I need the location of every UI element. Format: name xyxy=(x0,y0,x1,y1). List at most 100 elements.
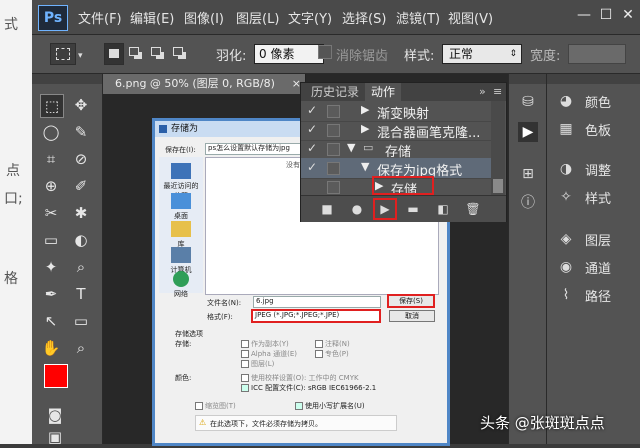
action-check[interactable]: ✓ xyxy=(307,122,319,136)
restore-button[interactable]: ☐ xyxy=(596,6,616,24)
new-action-icon[interactable]: ◧ xyxy=(433,200,453,218)
menu-item-6[interactable]: 滤镜(T) xyxy=(396,8,440,27)
filename-input[interactable]: 6.jpg xyxy=(253,296,381,308)
new-selection-button[interactable] xyxy=(104,43,124,65)
stop-icon[interactable]: ■ xyxy=(317,200,337,218)
pen-icon[interactable]: ✒ xyxy=(40,283,62,305)
feather-input[interactable]: 0 像素 xyxy=(254,44,324,64)
chevron-down-icon[interactable]: ▾ xyxy=(78,51,83,61)
info-panel-icon[interactable]: ⊞ xyxy=(518,166,538,186)
option-as-copy[interactable]: 作为副本(Y) xyxy=(241,339,289,349)
intersect-selection-button[interactable] xyxy=(170,43,188,63)
option-proof[interactable]: 使用校样设置(O): 工作中的 CMYK xyxy=(241,373,359,383)
spot-checkbox[interactable] xyxy=(315,350,323,358)
eyedropper-icon[interactable]: ⊘ xyxy=(70,148,92,170)
menu-item-5[interactable]: 选择(S) xyxy=(342,8,386,27)
option-layers[interactable]: 图层(L) xyxy=(241,359,274,369)
option-notes[interactable]: 注释(N) xyxy=(315,339,350,349)
place-library[interactable]: 库 xyxy=(161,221,201,249)
scrollbar-thumb[interactable] xyxy=(493,179,503,193)
dock-item-palette[interactable]: ◕ 颜色 xyxy=(553,90,639,112)
blur-icon[interactable]: ✦ xyxy=(40,256,62,278)
tab-history[interactable]: 历史记录 xyxy=(305,83,365,101)
width-input[interactable] xyxy=(568,44,626,64)
lowercase-checkbox[interactable] xyxy=(295,402,303,410)
place-network[interactable]: 网络 xyxy=(161,271,201,299)
option-lowercase[interactable]: 使用小写扩展名(U) xyxy=(295,401,365,411)
option-thumbnail[interactable]: 缩览图(T) xyxy=(195,401,236,411)
actions-scrollbar[interactable] xyxy=(491,101,505,195)
dock-item-styles[interactable]: ✧ 样式 xyxy=(553,186,639,208)
dock-item-swatches[interactable]: ▦ 色板 xyxy=(553,118,639,140)
dock-item-channels[interactable]: ◉ 通道 xyxy=(553,256,639,278)
move-icon[interactable]: ✥ xyxy=(70,94,92,116)
tab-actions[interactable]: 动作 xyxy=(365,83,402,101)
collapsed-arrow-icon[interactable]: ▶ xyxy=(361,122,369,135)
option-icc[interactable]: ICC 配置文件(C): sRGB IEC61966-2.1 xyxy=(241,383,376,393)
action-row[interactable]: ✓ ▶ 混合器画笔克隆... xyxy=(301,120,491,141)
layers-checkbox[interactable] xyxy=(241,360,249,368)
collapsed-arrow-icon[interactable]: ▶ xyxy=(361,103,369,116)
collapse-icon[interactable]: » xyxy=(479,85,486,98)
minimize-button[interactable]: — xyxy=(574,6,594,24)
document-tab[interactable]: 6.png @ 50% (图层 0, RGB/8) × xyxy=(103,74,306,94)
type-icon[interactable]: T xyxy=(70,283,92,305)
gradient-icon[interactable]: ◐ xyxy=(70,229,92,251)
dialog-toggle-box[interactable] xyxy=(327,124,340,137)
menu-item-2[interactable]: 图像(I) xyxy=(184,8,224,27)
crop-icon[interactable]: ⌗ xyxy=(40,148,62,170)
menu-item-3[interactable]: 图层(L) xyxy=(236,8,279,27)
dialog-toggle-box[interactable] xyxy=(327,181,340,194)
properties-panel-icon[interactable]: ⓘ xyxy=(518,192,538,212)
marquee-preset-picker[interactable] xyxy=(50,43,76,65)
actions-panel-icon[interactable]: ▶ xyxy=(518,122,538,142)
dock-item-paths[interactable]: ⌇ 路径 xyxy=(553,284,639,306)
action-row[interactable]: ✓ ▼ ▭ 存储 xyxy=(301,139,491,160)
format-select[interactable]: JPEG (*.JPG;*.JPEG;*.JPE) xyxy=(251,309,381,323)
cancel-button[interactable]: 取消 xyxy=(389,310,435,322)
brush-icon[interactable]: ✐ xyxy=(70,175,92,197)
alpha-checkbox[interactable] xyxy=(241,350,249,358)
action-row[interactable]: ✓ ▶ 渐变映射 xyxy=(301,101,491,122)
path-select-icon[interactable]: ↖ xyxy=(40,310,62,332)
history-panel-icon[interactable]: ⛁ xyxy=(518,94,538,114)
save-button[interactable]: 保存(S) xyxy=(387,294,435,308)
place-desktop[interactable]: 桌面 xyxy=(161,193,201,221)
healing-icon[interactable]: ⊕ xyxy=(40,175,62,197)
action-check[interactable]: ✓ xyxy=(307,160,319,174)
quick-mask-icon[interactable]: ◙ xyxy=(44,404,66,426)
new-set-icon[interactable]: ▬ xyxy=(403,200,423,218)
expanded-arrow-icon[interactable]: ▼ xyxy=(347,141,355,154)
thumbnail-checkbox[interactable] xyxy=(195,402,203,410)
menu-item-1[interactable]: 编辑(E) xyxy=(130,8,174,27)
dialog-toggle-box[interactable] xyxy=(327,105,340,118)
lasso-icon[interactable]: ◯ xyxy=(40,121,62,143)
dock-item-adjustments[interactable]: ◑ 调整 xyxy=(553,158,639,180)
dialog-toggle-box[interactable] xyxy=(327,143,340,156)
play-icon[interactable]: ▶ xyxy=(373,198,397,220)
hand-icon[interactable]: ✋ xyxy=(40,337,62,359)
expanded-arrow-icon[interactable]: ▼ xyxy=(361,160,369,173)
trash-icon[interactable]: 🗑 xyxy=(463,200,483,218)
screen-mode-icon[interactable]: ▣ xyxy=(44,426,66,448)
stamp-icon[interactable]: ✂ xyxy=(40,202,62,224)
antialias-checkbox[interactable] xyxy=(318,45,332,59)
close-button[interactable]: ✕ xyxy=(618,6,638,24)
notes-checkbox[interactable] xyxy=(315,340,323,348)
menu-item-7[interactable]: 视图(V) xyxy=(448,8,493,27)
dock-item-layers[interactable]: ◈ 图层 xyxy=(553,228,639,250)
dodge-icon[interactable]: ⌕ xyxy=(70,256,92,278)
panel-menu-icon[interactable]: ≡ xyxy=(493,85,502,98)
style-select[interactable]: 正常 ⇕ xyxy=(442,44,522,64)
marquee-icon[interactable]: ⬚ xyxy=(40,94,64,118)
menu-item-0[interactable]: 文件(F) xyxy=(78,8,122,27)
add-selection-button[interactable] xyxy=(126,43,144,63)
action-check[interactable]: ✓ xyxy=(307,103,319,117)
eraser-icon[interactable]: ▭ xyxy=(40,229,62,251)
history-brush-icon[interactable]: ✱ xyxy=(70,202,92,224)
menu-item-4[interactable]: 文字(Y) xyxy=(288,8,332,27)
zoom-icon[interactable]: ⌕ xyxy=(70,337,92,359)
foreground-color-swatch[interactable] xyxy=(44,364,68,388)
quick-select-icon[interactable]: ✎ xyxy=(70,121,92,143)
icc-checkbox[interactable] xyxy=(241,384,249,392)
